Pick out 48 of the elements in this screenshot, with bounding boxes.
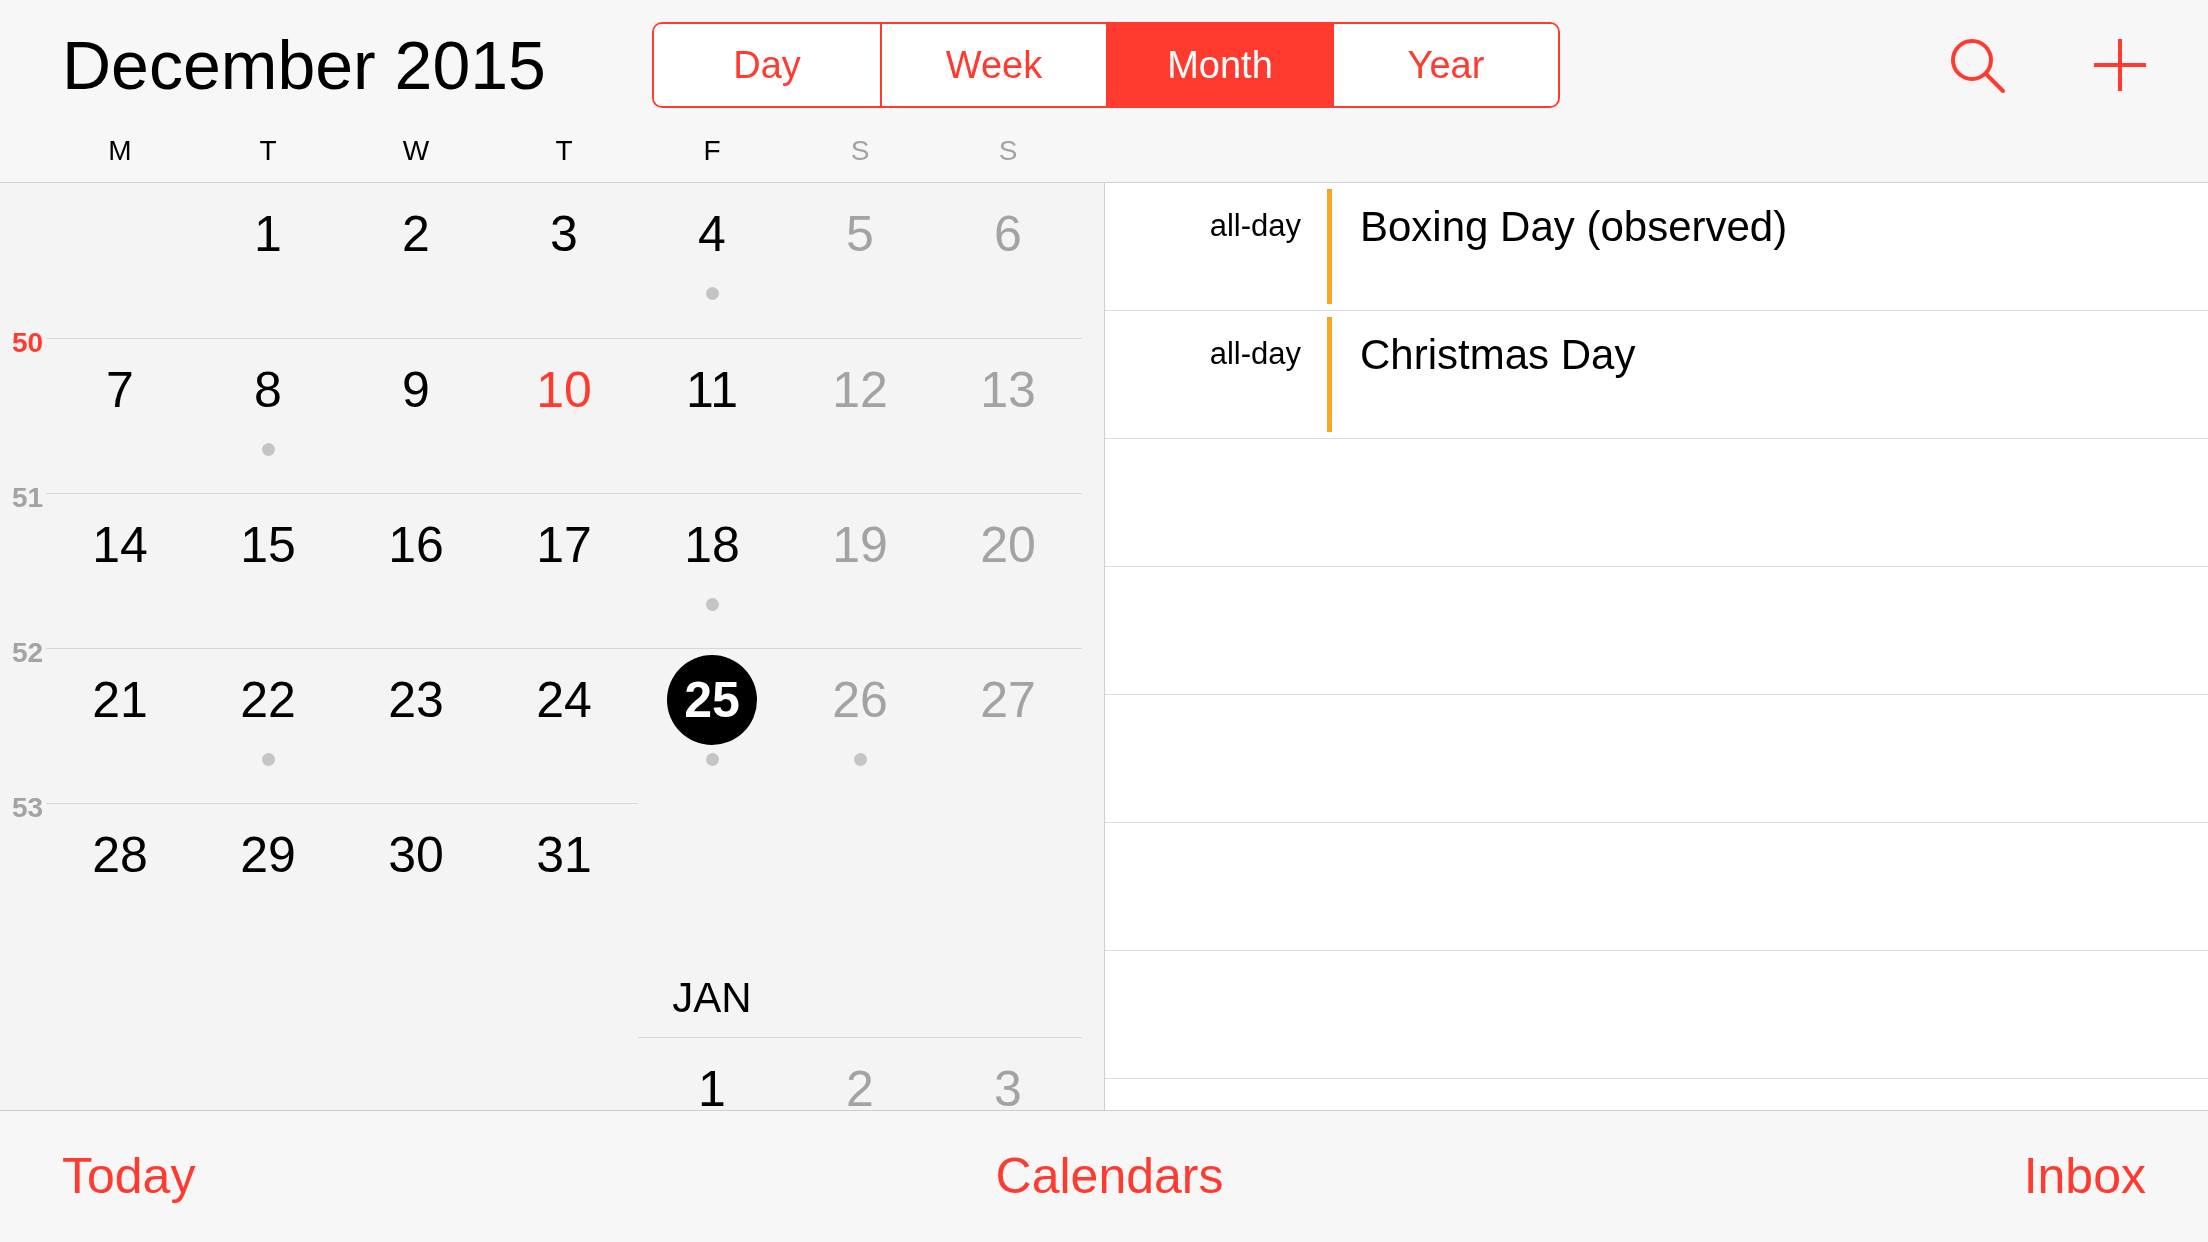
day-number[interactable]: 2 — [371, 189, 461, 279]
event-row[interactable]: all-day Boxing Day (observed) — [1105, 183, 2208, 311]
week-number: 51 — [12, 481, 45, 515]
day-number[interactable]: 18 — [667, 500, 757, 590]
day-number[interactable]: 21 — [75, 655, 165, 745]
day-number[interactable]: 1 — [223, 189, 313, 279]
day-number[interactable]: 29 — [223, 810, 313, 900]
week-number: 53 — [12, 791, 45, 825]
event-title: Christmas Day — [1360, 331, 1636, 378]
weekday-label: S — [850, 134, 870, 168]
event-title: Boxing Day (observed) — [1360, 203, 1788, 250]
view-tab[interactable]: Week — [880, 24, 1106, 106]
day-number[interactable]: 8 — [223, 345, 313, 435]
month-title: December 2015 — [62, 26, 547, 105]
weekday-label: T — [555, 134, 573, 168]
day-number[interactable]: 31 — [519, 810, 609, 900]
day-number[interactable]: 14 — [75, 500, 165, 590]
day-number[interactable]: 16 — [371, 500, 461, 590]
view-tab[interactable]: Month — [1106, 24, 1332, 106]
day-number[interactable]: 4 — [667, 189, 757, 279]
view-tab[interactable]: Day — [654, 24, 880, 106]
view-tab[interactable]: Year — [1332, 24, 1558, 106]
weekday-label: F — [703, 134, 721, 168]
add-icon[interactable] — [2092, 37, 2148, 93]
week-number: 52 — [12, 636, 45, 670]
day-number[interactable]: 9 — [371, 345, 461, 435]
selected-day[interactable]: 25 — [667, 655, 757, 745]
day-number[interactable]: 15 — [223, 500, 313, 590]
day-number[interactable]: 24 — [519, 655, 609, 745]
weekday-label: M — [108, 134, 132, 168]
day-number[interactable]: 23 — [371, 655, 461, 745]
weekday-label: S — [998, 134, 1018, 168]
day-number[interactable]: 7 — [75, 345, 165, 435]
day-number[interactable]: 17 — [519, 500, 609, 590]
weekday-label: W — [402, 134, 430, 168]
day-number[interactable]: 28 — [75, 810, 165, 900]
weekday-label: T — [259, 134, 277, 168]
event-time: all-day — [1209, 208, 1301, 243]
month-label: JAN — [672, 973, 752, 1023]
search-icon[interactable] — [1948, 36, 2006, 94]
week-number: 50 — [12, 326, 45, 360]
event-time: all-day — [1209, 336, 1301, 371]
event-row[interactable]: all-day Christmas Day — [1105, 311, 2208, 439]
day-number[interactable]: 1 — [667, 1044, 757, 1110]
day-number[interactable]: 22 — [223, 655, 313, 745]
day-number[interactable]: 11 — [667, 345, 757, 435]
day-number[interactable]: 30 — [371, 810, 461, 900]
day-number[interactable]: 3 — [519, 189, 609, 279]
